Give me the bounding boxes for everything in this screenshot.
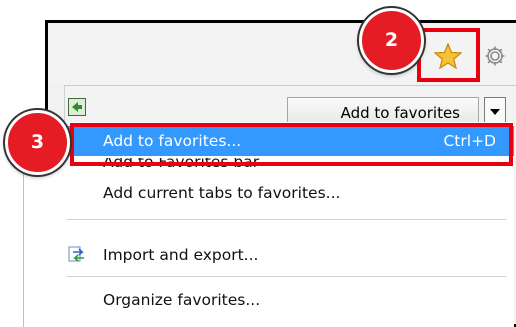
- import-export-icon: [68, 246, 84, 262]
- menu-item-highlight: [70, 123, 513, 166]
- pin-to-left-icon[interactable]: [68, 98, 86, 116]
- favorites-star-highlight: [417, 28, 480, 82]
- chevron-down-icon: [490, 109, 500, 115]
- menu-item-add-current-tabs[interactable]: Add current tabs to favorites...: [24, 178, 514, 208]
- gear-icon[interactable]: [484, 45, 506, 67]
- menu-item-organize-favorites[interactable]: Organize favorites...: [24, 285, 514, 315]
- menu-item-import-export[interactable]: Import and export...: [24, 240, 514, 270]
- step-badge-2: 2: [359, 8, 424, 73]
- browser-toolbar: [48, 23, 516, 85]
- menu-item-label: Import and export...: [103, 246, 259, 264]
- menu-separator: [66, 276, 506, 277]
- step-badge-3: 3: [5, 110, 70, 175]
- menu-item-label: Add current tabs to favorites...: [103, 184, 341, 202]
- menu-separator: [66, 219, 506, 220]
- menu-item-label: Organize favorites...: [103, 291, 261, 309]
